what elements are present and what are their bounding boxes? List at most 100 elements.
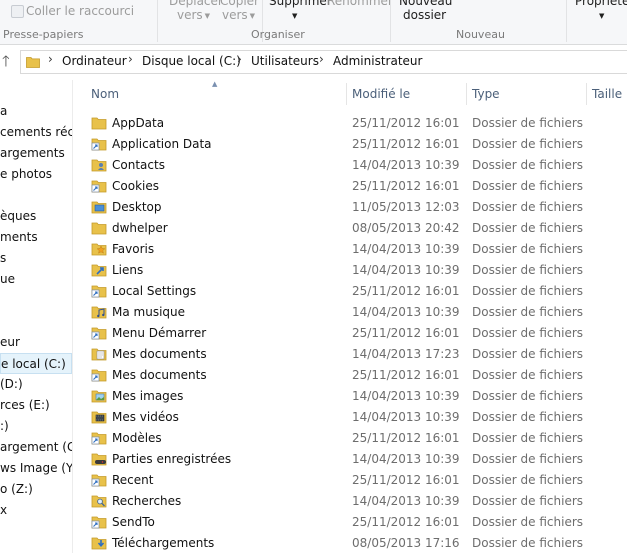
file-row[interactable]: SendTo 25/11/2012 16:01 Dossier de fichier…	[73, 511, 627, 532]
address-bar[interactable]: › Ordinateur › Disque local (C:) › Utili…	[20, 50, 627, 74]
nav-item[interactable]: argement (G:)	[0, 437, 72, 458]
file-row[interactable]: Local Settings 25/11/2012 16:01 Dossier de…	[73, 280, 627, 301]
file-type: Dossier de fichiers	[472, 200, 584, 214]
column-resize-handle[interactable]	[346, 83, 347, 105]
nav-item-label: x	[0, 503, 8, 517]
file-name: Favoris	[112, 242, 155, 256]
file-type: Dossier de fichiers	[472, 431, 584, 445]
file-row[interactable]: Mes vidéos 14/04/2013 10:39 Dossier de fic…	[73, 406, 627, 427]
file-row[interactable]: Contacts 14/04/2013 10:39 Dossier de fichi…	[73, 154, 627, 175]
file-name: Recent	[112, 473, 154, 487]
file-row[interactable]: Recherches 14/04/2013 10:39 Dossier de fic…	[73, 490, 627, 511]
nav-item[interactable]: eur	[0, 332, 20, 353]
folder-icon	[26, 57, 40, 68]
file-row[interactable]: Mes documents 25/11/2012 16:01 Dossier de …	[73, 364, 627, 385]
breadcrumb-separator-icon[interactable]: ›	[237, 52, 242, 66]
column-header-size[interactable]: Taille	[592, 87, 622, 101]
nav-item[interactable]: e photos	[0, 164, 52, 185]
navigation-pane[interactable]: a cements récen argements e photos èques ment…	[0, 80, 72, 553]
nav-item[interactable]: (D:)	[0, 374, 23, 395]
file-name: Mes documents	[112, 368, 207, 382]
nav-item[interactable]: ue	[0, 269, 15, 290]
group-label-clipboard: Presse-papiers	[3, 28, 84, 41]
nav-item[interactable]: cements récen	[0, 122, 72, 143]
downloads-folder-icon	[91, 535, 107, 550]
nav-item[interactable]: a	[0, 101, 7, 122]
breadcrumb-utilisateurs[interactable]: Utilisateurs	[251, 54, 319, 68]
shortcut-folder-icon	[91, 472, 107, 487]
file-row[interactable]: Cookies 25/11/2012 16:01 Dossier de fichie…	[73, 175, 627, 196]
column-header-name[interactable]: Nom	[91, 87, 119, 101]
nav-item-label: ws Image (Y:)	[0, 461, 72, 475]
file-row[interactable]: Liens 14/04/2013 10:39 Dossier de fichiers	[73, 259, 627, 280]
nav-item[interactable]: x	[0, 500, 7, 521]
file-row[interactable]: Mes images 14/04/2013 10:39 Dossier de fic…	[73, 385, 627, 406]
file-type: Dossier de fichiers	[472, 515, 584, 529]
file-row[interactable]: Téléchargements 08/05/2013 17:16 Dossier d…	[73, 532, 627, 553]
nav-item[interactable]: s	[0, 248, 6, 269]
delete-dropdown-icon[interactable]: ▼	[292, 12, 297, 20]
column-header-type[interactable]: Type	[472, 87, 500, 101]
file-list[interactable]: ▲ Nom Modifié le Type Taille AppData 25/1…	[73, 80, 627, 553]
group-label-new: Nouveau	[456, 28, 505, 41]
file-row[interactable]: Ma musique 14/04/2013 10:39 Dossier de fic…	[73, 301, 627, 322]
nav-item[interactable]: ws Image (Y:)	[0, 458, 72, 479]
file-type: Dossier de fichiers	[472, 221, 584, 235]
desktop-folder-icon	[91, 199, 107, 214]
file-type: Dossier de fichiers	[472, 452, 584, 466]
file-name: Recherches	[112, 494, 182, 508]
column-resize-handle[interactable]	[466, 83, 467, 105]
breadcrumb-separator-icon[interactable]: ›	[128, 52, 133, 66]
breadcrumb-disque-local[interactable]: Disque local (C:)	[142, 54, 241, 68]
column-resize-handle[interactable]	[586, 83, 587, 105]
group-label-organize: Organiser	[251, 28, 305, 41]
nav-item[interactable]: e local (C:)	[0, 353, 72, 374]
file-modified-date: 25/11/2012 16:01	[352, 473, 460, 487]
file-row[interactable]: Menu Démarrer 25/11/2012 16:01 Dossier de …	[73, 322, 627, 343]
file-row[interactable]: Application Data 25/11/2012 16:01 Dossier …	[73, 133, 627, 154]
breadcrumb-ordinateur[interactable]: Ordinateur	[62, 54, 127, 68]
file-row[interactable]: Recent 25/11/2012 16:01 Dossier de fichier…	[73, 469, 627, 490]
nav-item[interactable]: argements	[0, 143, 65, 164]
file-row[interactable]: Favoris 14/04/2013 10:39 Dossier de fichie…	[73, 238, 627, 259]
documents-folder-icon	[91, 346, 107, 361]
file-type: Dossier de fichiers	[472, 179, 584, 193]
file-modified-date: 25/11/2012 16:01	[352, 431, 460, 445]
nav-item[interactable]: ments	[0, 227, 38, 248]
file-type: Dossier de fichiers	[472, 410, 584, 424]
file-name: AppData	[112, 116, 165, 130]
breadcrumb-administrateur[interactable]: Administrateur	[333, 54, 422, 68]
rename-button[interactable]: Renommer	[327, 0, 393, 8]
file-row[interactable]: Modèles 25/11/2012 16:01 Dossier de fichie…	[73, 427, 627, 448]
file-name: SendTo	[112, 515, 155, 529]
properties-dropdown-icon[interactable]: ▼	[599, 12, 604, 20]
music-folder-icon	[91, 304, 107, 319]
file-name: Parties enregistrées	[112, 452, 232, 466]
nav-item-label: eur	[0, 335, 20, 349]
paste-shortcut-button[interactable]: Coller le raccourci	[26, 4, 134, 18]
nav-item[interactable]: rces (E:)	[0, 395, 50, 416]
nav-item[interactable]: èques	[0, 206, 36, 227]
properties-button[interactable]: Propriétés	[575, 0, 627, 8]
file-name: Ma musique	[112, 305, 186, 319]
file-type: Dossier de fichiers	[472, 305, 584, 319]
file-name: Mes images	[112, 389, 184, 403]
file-row[interactable]: dwhelper 08/05/2013 20:42 Dossier de fichi…	[73, 217, 627, 238]
nav-item[interactable]: :)	[0, 416, 9, 437]
file-row[interactable]: Mes documents 14/04/2013 17:23 Dossier de …	[73, 343, 627, 364]
delete-button[interactable]: Supprimer	[269, 0, 332, 8]
move-to-label-2: vers ▼	[177, 8, 211, 22]
up-arrow-icon[interactable]: 🡑	[2, 52, 10, 70]
file-modified-date: 25/11/2012 16:01	[352, 515, 460, 529]
nav-item[interactable]: o (Z:)	[0, 479, 33, 500]
breadcrumb-separator-icon[interactable]: ›	[48, 52, 53, 66]
contacts-folder-icon	[91, 157, 107, 172]
file-row[interactable]: AppData 25/11/2012 16:01 Dossier de fichie…	[73, 112, 627, 133]
file-name: Modèles	[112, 431, 162, 445]
file-row[interactable]: Parties enregistrées 14/04/2013 10:39 Doss…	[73, 448, 627, 469]
file-modified-date: 11/05/2013 12:03	[352, 200, 460, 214]
shortcut-folder-icon	[91, 325, 107, 340]
file-row[interactable]: Desktop 11/05/2013 12:03 Dossier de fichie…	[73, 196, 627, 217]
breadcrumb-separator-icon[interactable]: ›	[319, 52, 324, 66]
column-header-modified[interactable]: Modifié le	[352, 87, 410, 101]
